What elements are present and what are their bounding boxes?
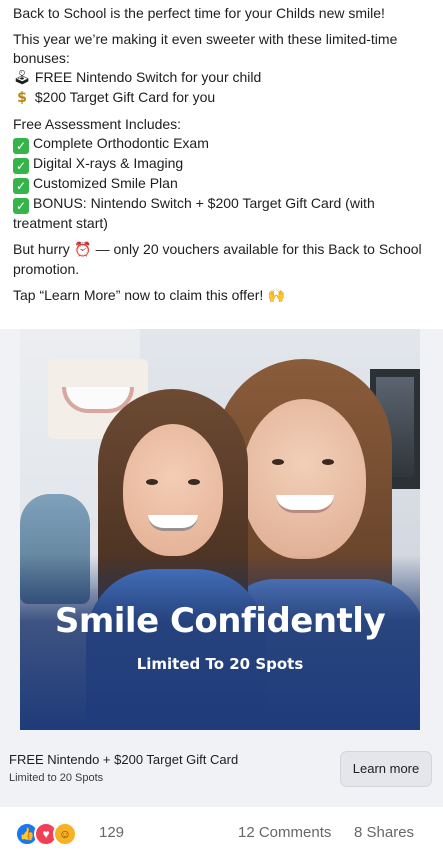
assessment-item: ✓ BONUS: Nintendo Switch + $200 Target Gi… (13, 194, 433, 233)
mother-smile (276, 495, 334, 513)
mother-face (242, 399, 366, 559)
comments-count[interactable]: 12 Comments (238, 824, 331, 841)
tap-line: Tap “Learn More” now to claim this offer… (13, 286, 433, 306)
tap-text: Tap “Learn More” now to claim this offer… (13, 287, 264, 303)
assessment-heading: Free Assessment Includes: (13, 116, 182, 132)
learn-more-button[interactable]: Learn more (340, 751, 432, 787)
assessment-item-text: Digital X-rays & Imaging (33, 155, 184, 171)
girl-eye (146, 479, 158, 485)
care-icon: ☺ (53, 822, 77, 846)
ad-subheadline: Limited To 20 Spots (136, 655, 304, 673)
assessment-item-text: BONUS: Nintendo Switch + $200 Target Gif… (13, 195, 375, 231)
bonus-item: $ $200 Target Gift Card for you (13, 88, 433, 108)
assessment-item-text: Complete Orthodontic Exam (33, 135, 209, 151)
check-mark-icon: ✓ (13, 158, 29, 174)
shares-count[interactable]: 8 Shares (354, 824, 414, 841)
cta-bar[interactable]: FREE Nintendo + $200 Target Gift Card Li… (0, 741, 443, 807)
money-bag-icon: $ (17, 90, 27, 106)
alarm-clock-icon: ⏰ (73, 242, 92, 258)
mother-eye (322, 459, 334, 465)
assessment-item: ✓ Customized Smile Plan (13, 174, 433, 194)
bonus-intro-line: This year we’re making it even sweeter w… (13, 31, 398, 66)
girl-eye (188, 479, 200, 485)
ad-media-container: Smile Confidently Limited To 20 Spots (0, 329, 443, 741)
ad-headline: Smile Confidently (54, 601, 386, 641)
reaction-bar: 👍 ♥ ☺ 129 12 Comments 8 Shares (0, 807, 443, 860)
assessment-item: ✓ Complete Orthodontic Exam (13, 134, 433, 154)
girl-face (123, 424, 223, 556)
bonus-item-text: $200 Target Gift Card for you (34, 89, 216, 105)
intro-line: Back to School is the perfect time for y… (13, 5, 385, 21)
bonus-item: 🕹 FREE Nintendo Switch for your child (13, 68, 433, 88)
check-mark-icon: ✓ (13, 178, 29, 194)
cta-subtitle: Limited to 20 Spots (9, 772, 104, 784)
assessment-item-text: Customized Smile Plan (33, 175, 178, 191)
mother-eye (272, 459, 284, 465)
raising-hands-icon: 🙌 (267, 288, 285, 304)
ad-image[interactable]: Smile Confidently Limited To 20 Spots (20, 329, 420, 730)
hurry-text-start: But hurry (13, 241, 70, 257)
joystick-icon: 🕹 (13, 70, 31, 86)
post-caption: Back to School is the perfect time for y… (13, 4, 433, 313)
hurry-line: But hurry ⏰ — only 20 vouchers available… (13, 240, 433, 279)
bonus-item-text: FREE Nintendo Switch for your child (34, 69, 262, 85)
assessment-item: ✓ Digital X-rays & Imaging (13, 154, 433, 174)
check-mark-icon: ✓ (13, 198, 29, 214)
reaction-icons[interactable]: 👍 ♥ ☺ (15, 822, 95, 846)
cta-title: FREE Nintendo + $200 Target Gift Card (9, 752, 239, 767)
reaction-count[interactable]: 129 (99, 824, 124, 841)
check-mark-icon: ✓ (13, 138, 29, 154)
headline-gradient (20, 555, 420, 730)
